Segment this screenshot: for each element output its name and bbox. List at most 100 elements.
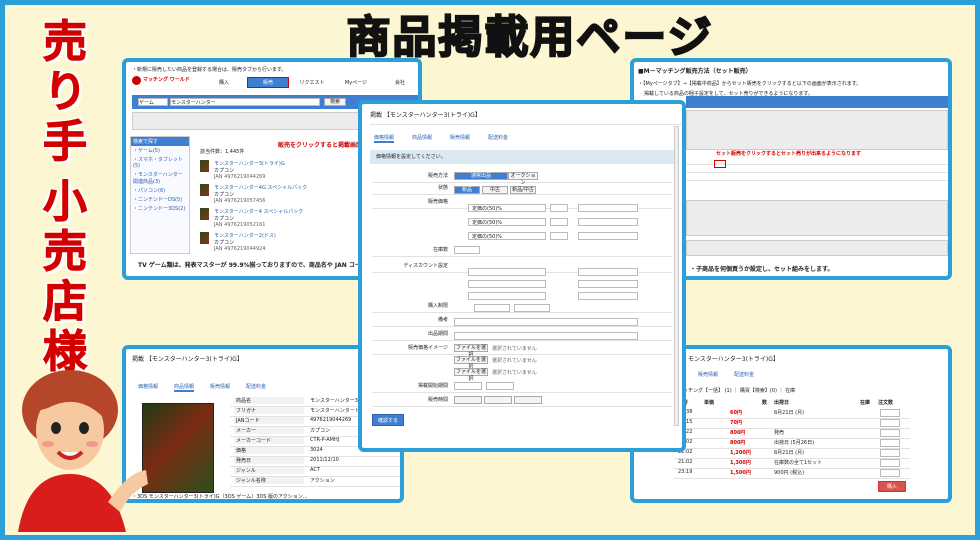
file-select-button[interactable]: ファイルを選択 [454,368,488,382]
discount-select[interactable] [468,268,546,276]
qty-input[interactable] [880,419,900,427]
sale-method-option[interactable]: オークション [508,172,538,186]
discount-input[interactable] [578,268,638,276]
info-value: 4976219044269 [310,417,352,423]
limit-input[interactable] [514,304,550,312]
sidebar-item[interactable]: ・モンスターハンター関連商品(3) [131,170,189,186]
stock-input[interactable] [454,246,480,254]
tab-2[interactable]: リクエスト [292,78,332,87]
percent-input[interactable] [550,232,568,240]
item-name[interactable]: モンスターハンター4G スペシャルパック [214,184,307,191]
p2-tab[interactable]: 販売情報 [450,134,470,141]
p2-tab[interactable]: 価格情報 [374,134,395,143]
item-thumbnail [200,184,209,196]
file-select-button[interactable]: ファイルを選択 [454,344,488,358]
price-input[interactable] [578,218,638,226]
row-divider [372,406,672,407]
item-name[interactable]: モンスターハンター2(ドス) [214,232,276,239]
sidebar-item[interactable]: ・ゲーム(5) [131,146,189,155]
discount-select[interactable] [468,280,546,288]
search-input[interactable]: モンスターハンター [170,98,320,106]
p3-child-area [686,200,948,236]
sidebar-item[interactable]: ・ニンテンドー3DS(2) [131,204,189,213]
percent-input[interactable] [550,218,568,226]
info-label: JANコード [234,417,304,424]
p1-notice: ・新規に販売したい商品を登録する場合は、販売タブから行います。 [132,67,287,73]
p4-tab[interactable]: 商品情報 [174,383,195,392]
set-sale-button[interactable] [714,160,726,168]
row-price: 1,200円 [730,450,751,456]
file-status: 選択されていません [492,358,537,364]
start-input[interactable] [454,382,482,390]
item-jan: JAN 4976219052161 [214,222,266,228]
row-divider [372,312,672,313]
tab-3[interactable]: Myページ [336,78,376,87]
discount-input[interactable] [578,292,638,300]
p3-desc1: ・【Myページタブ】→【掲載中商品】からセット販売をクリックすると以下の画面が表… [638,81,862,87]
tab-4[interactable]: 会社 [380,78,418,87]
p5-tab[interactable]: 配送料金 [734,371,754,378]
price-input[interactable] [578,232,638,240]
p2-tab[interactable]: 商品情報 [412,134,432,141]
tab-0[interactable]: 購入 [204,78,244,87]
item-name[interactable]: モンスターハンター4 スペシャルパック [214,208,303,215]
file-select-button[interactable]: ファイルを選択 [454,356,488,370]
sidebar-item[interactable]: ・ニンテンドーDS(5) [131,195,189,204]
time-option[interactable] [484,396,512,404]
item-name[interactable]: モンスターハンター3(トライ)G [214,160,285,167]
discount-input[interactable] [578,280,638,288]
form-label: 状態 [437,185,448,191]
row-divider [372,326,672,327]
price-select-text: 定価の(50)% [472,220,503,226]
p4-tab[interactable]: 配送料金 [246,383,266,390]
percent-input[interactable] [550,204,568,212]
sidebar: 検索で探す ・ゲーム(5) ・スマホ・タブレット(5) ・モンスターハンター関連商品… [130,136,190,254]
condition-option[interactable]: 新品 [454,186,480,194]
row-divider [372,340,672,341]
woman-avatar-illustration [18,370,148,532]
buy-button[interactable]: 購入 [878,481,906,492]
qty-input[interactable] [880,469,900,477]
confirm-button[interactable]: 確認する [372,414,404,426]
period-input[interactable] [454,332,638,340]
p4-tab[interactable]: 販売情報 [210,383,230,390]
panel-listing-form: 掲載 【モンスターハンター3(トライ)G】 価格情報 商品情報 販売情報 配送料金 価… [358,100,686,452]
qty-input[interactable] [880,439,900,447]
p3-table-area [686,110,948,150]
result-count: 該当件数：1,445件 [200,149,245,155]
sidebar-item[interactable]: ・スマホ・タブレット(5) [131,155,189,170]
qty-input[interactable] [880,449,900,457]
form-label: 掲載開始期間 [417,383,448,389]
condition-option[interactable]: 新品/中古 [510,186,536,194]
form-label: 出品期間 [427,331,448,337]
p3-bottom-note: ・子商品を何個買うか設定し、セット組みをします。 [690,266,834,273]
category-select[interactable]: ゲーム [138,98,168,106]
tab-1[interactable]: 販売 [247,77,289,88]
qty-input[interactable] [880,429,900,437]
p3-bottom-area [686,240,948,256]
p2-scrollbar[interactable] [674,126,679,426]
row-price: 1,500円 [730,470,751,476]
time-option[interactable] [454,396,482,404]
qty-input[interactable] [880,459,900,467]
p2-tab[interactable]: 配送料金 [488,134,508,141]
note-input[interactable] [454,318,638,326]
search-button[interactable]: 検索 [324,98,346,106]
qty-input[interactable] [880,409,900,417]
condition-option[interactable]: 中古 [482,186,508,194]
info-label: メーカーコード [234,437,304,444]
price-input[interactable] [578,204,638,212]
sidebar-item[interactable]: ・パソコン(6) [131,186,189,195]
sale-method-option[interactable]: 通常出品 [454,172,508,180]
limit-input[interactable] [474,304,510,312]
discount-select[interactable] [468,292,546,300]
info-value: アクション [310,478,335,484]
col-header: 出荷日 [774,400,790,406]
row-time: 21:02 [678,459,693,465]
info-value: カプコン [310,428,331,434]
p5-tab[interactable]: 販売情報 [698,371,718,378]
end-input[interactable] [486,382,514,390]
time-option[interactable] [514,396,542,404]
row-price: 1,300円 [730,460,751,466]
info-value: CTR-P-AMHJ [310,437,340,443]
